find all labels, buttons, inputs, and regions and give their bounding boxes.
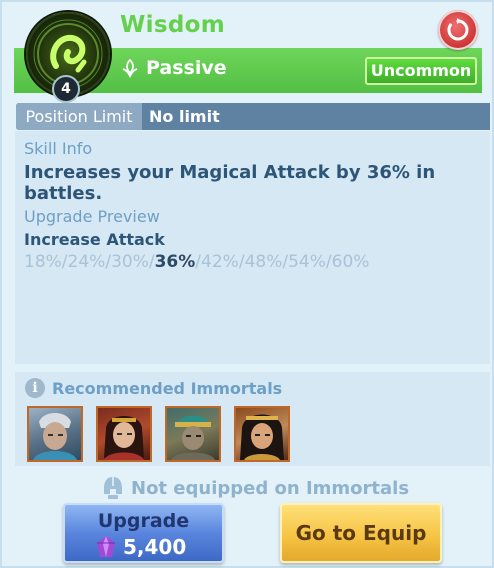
immortal-portrait[interactable] bbox=[234, 406, 290, 462]
rarity-badge: Uncommon bbox=[365, 57, 477, 85]
skill-level-badge: 4 bbox=[52, 75, 80, 103]
purple-gem-icon bbox=[97, 536, 115, 557]
upgrade-level-value: 24% bbox=[67, 252, 106, 272]
equip-status: Not equipped on Immortals bbox=[102, 476, 409, 500]
skill-info-card: Skill Info Increases your Magical Attack… bbox=[15, 131, 490, 364]
immortal-portrait[interactable] bbox=[96, 406, 152, 462]
position-limit-bar: Position Limit No limit bbox=[16, 103, 490, 130]
immortal-portrait[interactable] bbox=[165, 406, 221, 462]
upgrade-level-value: 42% bbox=[201, 252, 239, 272]
upgrade-button-label: Upgrade bbox=[97, 510, 190, 532]
upgrade-stat-label: Increase Attack bbox=[24, 230, 165, 249]
go-to-equip-button[interactable]: Go to Equip bbox=[280, 503, 442, 563]
refresh-icon bbox=[447, 18, 469, 41]
refresh-button[interactable] bbox=[438, 10, 478, 50]
upgrade-preview-label: Upgrade Preview bbox=[24, 207, 160, 226]
recommended-immortals-card: i Recommended Immortals bbox=[15, 372, 490, 466]
helmet-icon bbox=[104, 477, 122, 499]
upgrade-level-value: 54% bbox=[288, 252, 326, 272]
upgrade-cost-value: 5,400 bbox=[123, 535, 187, 559]
immortal-portrait[interactable] bbox=[27, 406, 83, 462]
leaf-icon bbox=[122, 58, 138, 78]
upgrade-level-value: 60% bbox=[331, 252, 370, 272]
info-icon[interactable]: i bbox=[25, 378, 45, 398]
upgrade-level-value: 48% bbox=[244, 252, 283, 272]
skill-detail-panel: 4 Wisdom Passive Uncommon Position Limit… bbox=[0, 0, 494, 568]
upgrade-level-value: 30% bbox=[111, 252, 149, 272]
position-limit-value: No limit bbox=[149, 107, 220, 126]
skill-type: Passive bbox=[120, 57, 227, 79]
equip-status-label: Not equipped on Immortals bbox=[131, 477, 410, 499]
skill-type-label: Passive bbox=[146, 57, 227, 79]
recommended-immortals-label: Recommended Immortals bbox=[52, 379, 283, 398]
skill-info-label: Skill Info bbox=[24, 139, 93, 158]
skill-title: Wisdom bbox=[120, 12, 225, 38]
upgrade-levels: 18%/24%/30%/36%/42%/48%/54%/60% bbox=[24, 252, 369, 272]
upgrade-button[interactable]: Upgrade 5,400 bbox=[63, 503, 224, 563]
upgrade-cost: 5,400 bbox=[95, 535, 186, 559]
skill-description: Increases your Magical Attack by 36% in … bbox=[24, 162, 436, 204]
upgrade-level-value: 36% bbox=[154, 252, 196, 272]
upgrade-level-value: 18% bbox=[24, 252, 62, 272]
position-limit-label: Position Limit bbox=[16, 103, 142, 130]
